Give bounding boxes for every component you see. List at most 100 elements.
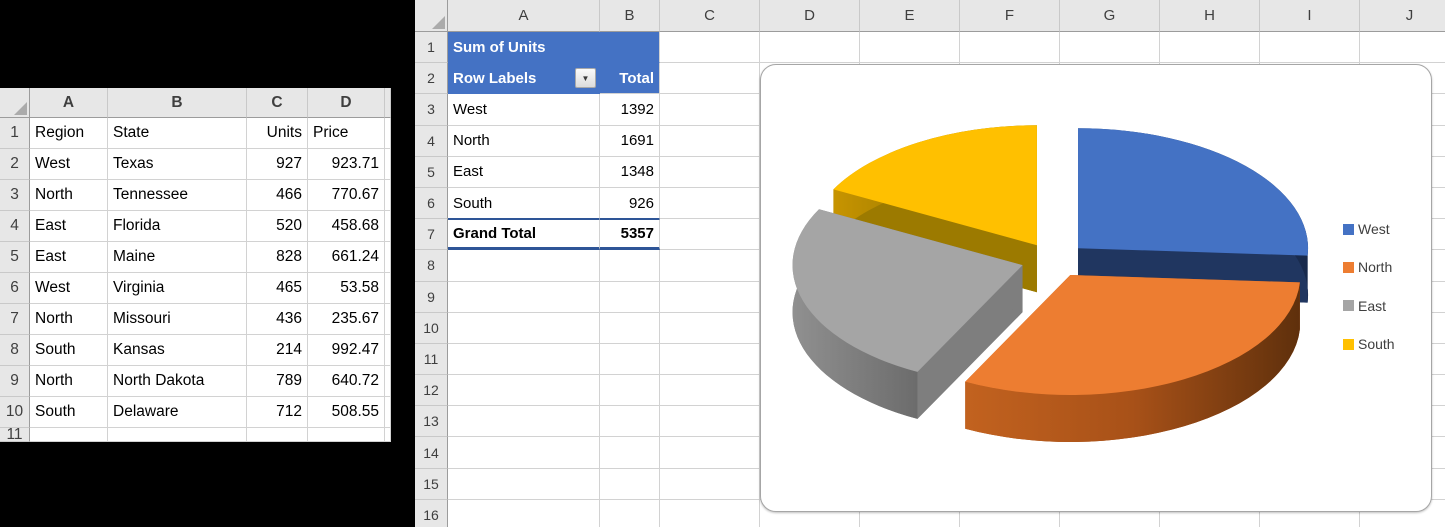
sheet-cell[interactable]: [448, 500, 600, 527]
sheet-cell[interactable]: [660, 126, 760, 157]
sheet-cell[interactable]: [600, 282, 660, 313]
pivot-row-value[interactable]: 1691: [600, 126, 660, 157]
row-header-6[interactable]: 6: [415, 188, 448, 219]
row-header-10[interactable]: 10: [415, 313, 448, 344]
row-header-7[interactable]: 7: [0, 304, 30, 335]
sheet-cell-r5-0[interactable]: East: [30, 242, 108, 273]
sheet-cell-r2-2[interactable]: 927: [247, 149, 308, 180]
row-header-5[interactable]: 5: [415, 157, 448, 188]
column-header-D[interactable]: D: [760, 0, 860, 32]
pivot-row-label[interactable]: South: [448, 188, 600, 219]
sheet-cell[interactable]: [1260, 32, 1360, 63]
column-header-C[interactable]: C: [247, 88, 308, 118]
sheet-cell[interactable]: [600, 469, 660, 500]
row-header-16[interactable]: 16: [415, 500, 448, 527]
sheet-cell-sliver[interactable]: [385, 273, 391, 304]
sheet-cell-r3-1[interactable]: Tennessee: [108, 180, 247, 211]
sheet-cell[interactable]: [600, 437, 660, 468]
sheet-cell-partial-3[interactable]: [308, 428, 385, 442]
column-header-I[interactable]: I: [1260, 0, 1360, 32]
sheet-cell-r7-0[interactable]: North: [30, 304, 108, 335]
sheet-cell-r10-0[interactable]: South: [30, 397, 108, 428]
sheet-cell-sliver[interactable]: [385, 242, 391, 273]
sheet-cell-r5-1[interactable]: Maine: [108, 242, 247, 273]
column-header-J[interactable]: J: [1360, 0, 1445, 32]
sheet-cell-sliver[interactable]: [385, 335, 391, 366]
sheet-cell-r9-2[interactable]: 789: [247, 366, 308, 397]
column-header-B[interactable]: B: [108, 88, 247, 118]
pie-chart-object[interactable]: WestNorthEastSouth: [760, 64, 1432, 512]
sheet-cell[interactable]: [660, 32, 760, 63]
sheet-cell-r7-3[interactable]: 235.67: [308, 304, 385, 335]
sheet-cell-r6-0[interactable]: West: [30, 273, 108, 304]
column-header-G[interactable]: G: [1060, 0, 1160, 32]
sheet-cell-sliver[interactable]: [385, 118, 391, 149]
column-header-H[interactable]: H: [1160, 0, 1260, 32]
sheet-cell-r6-3[interactable]: 53.58: [308, 273, 385, 304]
sheet-cell[interactable]: [600, 375, 660, 406]
sheet-cell[interactable]: [660, 500, 760, 527]
column-header-D[interactable]: D: [308, 88, 385, 118]
sheet-cell-r8-3[interactable]: 992.47: [308, 335, 385, 366]
row-header-2[interactable]: 2: [415, 63, 448, 94]
sheet-cell-r9-0[interactable]: North: [30, 366, 108, 397]
column-header-F[interactable]: F: [960, 0, 1060, 32]
pivot-total-header[interactable]: Total: [600, 63, 660, 94]
sheet-cell-r9-1[interactable]: North Dakota: [108, 366, 247, 397]
sheet-cell-sliver[interactable]: [385, 180, 391, 211]
column-header-A[interactable]: A: [448, 0, 600, 32]
sheet-cell-hdr-3[interactable]: Price: [308, 118, 385, 149]
sheet-cell-hdr-2[interactable]: Units: [247, 118, 308, 149]
sheet-cell[interactable]: [660, 406, 760, 437]
pivot-row-label[interactable]: East: [448, 157, 600, 188]
sheet-cell-r4-0[interactable]: East: [30, 211, 108, 242]
sheet-cell[interactable]: [660, 94, 760, 125]
sheet-cell-r7-2[interactable]: 436: [247, 304, 308, 335]
sheet-cell-r3-2[interactable]: 466: [247, 180, 308, 211]
column-header-E[interactable]: E: [860, 0, 960, 32]
sheet-cell[interactable]: [660, 250, 760, 281]
legend-item-south[interactable]: South: [1343, 335, 1395, 353]
sheet-cell-r2-1[interactable]: Texas: [108, 149, 247, 180]
sheet-cell-r4-2[interactable]: 520: [247, 211, 308, 242]
sheet-cell-r5-3[interactable]: 661.24: [308, 242, 385, 273]
sheet-cell[interactable]: [448, 406, 600, 437]
row-header-1[interactable]: 1: [415, 32, 448, 63]
sheet-cell-r4-3[interactable]: 458.68: [308, 211, 385, 242]
row-header-14[interactable]: 14: [415, 437, 448, 468]
sheet-cell-hdr-1[interactable]: State: [108, 118, 247, 149]
sheet-cell[interactable]: [600, 406, 660, 437]
sheet-cell-r2-0[interactable]: West: [30, 149, 108, 180]
legend-item-west[interactable]: West: [1343, 220, 1390, 238]
row-header-13[interactable]: 13: [415, 406, 448, 437]
row-header-15[interactable]: 15: [415, 469, 448, 500]
row-header-10[interactable]: 10: [0, 397, 30, 428]
pivot-grand-total-value[interactable]: 5357: [600, 219, 660, 250]
sheet-cell-r6-2[interactable]: 465: [247, 273, 308, 304]
sheet-cell-r3-3[interactable]: 770.67: [308, 180, 385, 211]
sheet-cell[interactable]: [448, 282, 600, 313]
pivot-row-value[interactable]: 1392: [600, 94, 660, 125]
row-labels-filter-dropdown-button[interactable]: ▼: [575, 68, 596, 88]
sheet-cell-r4-1[interactable]: Florida: [108, 211, 247, 242]
select-all-corner[interactable]: [0, 88, 30, 118]
sheet-cell-r10-3[interactable]: 508.55: [308, 397, 385, 428]
sheet-cell-r8-1[interactable]: Kansas: [108, 335, 247, 366]
sheet-cell-sliver[interactable]: [385, 304, 391, 335]
sheet-cell[interactable]: [660, 188, 760, 219]
row-header-1[interactable]: 1: [0, 118, 30, 149]
sheet-cell[interactable]: [660, 344, 760, 375]
row-header-8[interactable]: 8: [0, 335, 30, 366]
select-all-corner-pivot-sheet[interactable]: [415, 0, 448, 32]
sheet-cell[interactable]: [860, 32, 960, 63]
sheet-cell-r8-0[interactable]: South: [30, 335, 108, 366]
pivot-title-cell-b[interactable]: [600, 32, 660, 63]
sheet-cell-sliver[interactable]: [385, 149, 391, 180]
sheet-cell[interactable]: [660, 375, 760, 406]
column-header-B[interactable]: B: [600, 0, 660, 32]
sheet-cell-sliver[interactable]: [385, 397, 391, 428]
sheet-cell-partial-2[interactable]: [247, 428, 308, 442]
sheet-cell-r10-1[interactable]: Delaware: [108, 397, 247, 428]
row-header-8[interactable]: 8: [415, 250, 448, 281]
sheet-cell[interactable]: [660, 282, 760, 313]
